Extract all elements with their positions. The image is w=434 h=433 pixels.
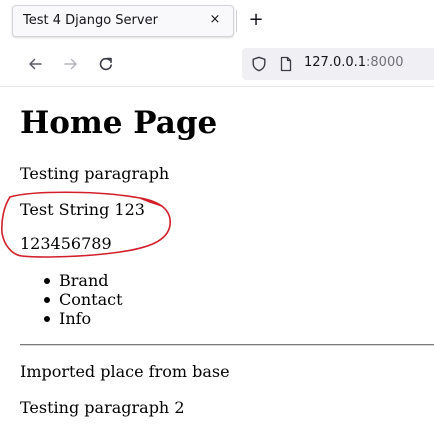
new-tab-button[interactable]: + (244, 8, 268, 32)
bullet (44, 316, 50, 322)
tracking-shield-icon[interactable] (251, 56, 267, 72)
testing-paragraph-2: Testing paragraph 2 (20, 398, 185, 417)
tab-separator (236, 10, 237, 32)
url-host: 127.0.0.1 (304, 55, 367, 70)
page-title: Home Page (20, 105, 218, 141)
list-item-label: Brand (59, 271, 109, 290)
forward-button[interactable] (57, 50, 85, 78)
reload-button[interactable] (92, 50, 120, 78)
number-string-text: 123456789 (20, 234, 112, 253)
navigation-toolbar: 127.0.0.1:8000 (0, 42, 434, 87)
page-document-icon[interactable] (278, 56, 294, 72)
tab-close-icon[interactable]: × (205, 10, 225, 30)
test-string-text: Test String 123 (20, 200, 145, 219)
tab-strip: Test 4 Django Server × + (0, 0, 434, 42)
bullet (44, 278, 50, 284)
nav-link-list: Brand Contact Info (40, 271, 123, 328)
back-button[interactable] (21, 50, 49, 78)
arrow-left-icon (29, 58, 42, 70)
base-imported-text: Imported place from base (20, 362, 230, 381)
url-port: :8000 (366, 55, 404, 70)
arrow-right-icon (64, 58, 77, 70)
list-item-contact: Contact (40, 290, 123, 309)
horizontal-rule (20, 344, 434, 346)
list-item-brand: Brand (40, 271, 123, 290)
list-item-label: Contact (59, 290, 123, 309)
bullet (44, 297, 50, 303)
list-item-info: Info (40, 309, 123, 328)
browser-tab[interactable]: Test 4 Django Server × (12, 5, 234, 37)
address-bar[interactable]: 127.0.0.1:8000 (242, 48, 434, 80)
list-item-label: Info (59, 309, 92, 328)
reload-icon (99, 57, 112, 71)
testing-paragraph: Testing paragraph (20, 164, 170, 183)
url-text[interactable]: 127.0.0.1:8000 (304, 55, 404, 70)
tab-title: Test 4 Django Server (23, 13, 158, 28)
